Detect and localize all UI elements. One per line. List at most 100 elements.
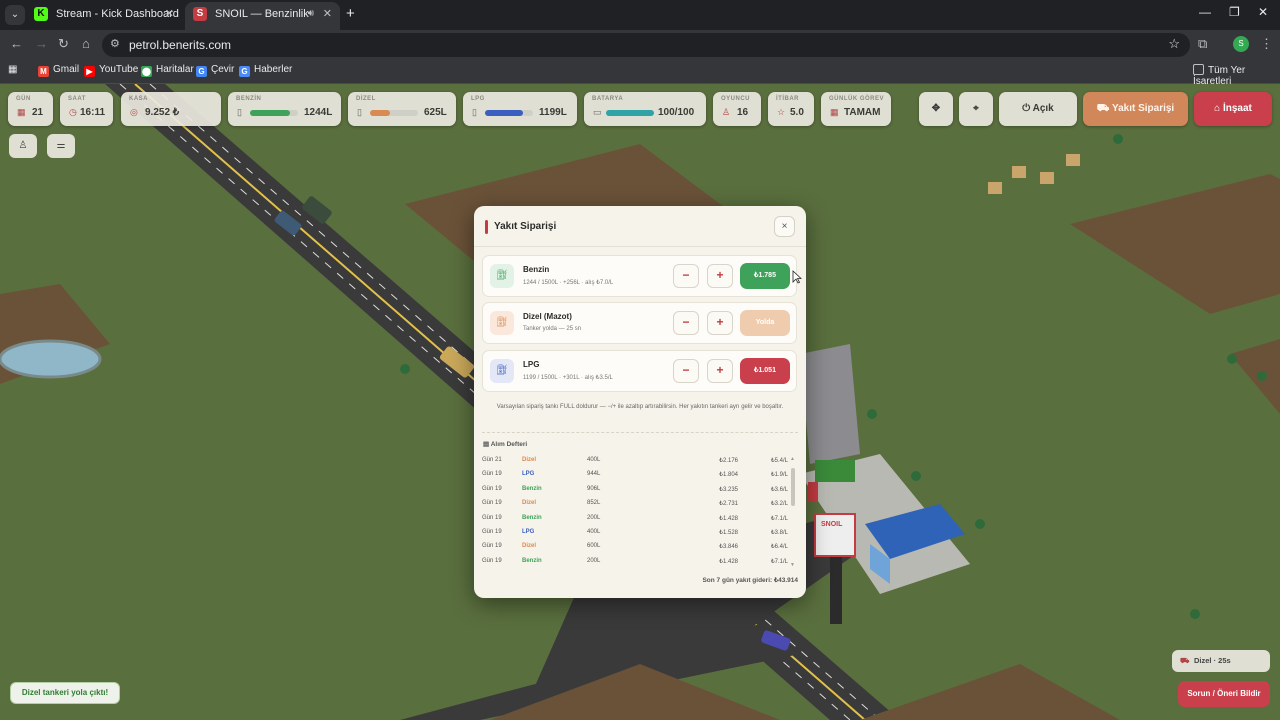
- ledger-price: ₺3.2/L: [770, 501, 788, 508]
- new-tab-icon[interactable]: +: [346, 5, 355, 22]
- ledger-fuel: LPG: [522, 528, 535, 535]
- fuel-icon: ▯: [472, 107, 477, 117]
- back-icon[interactable]: ←: [10, 36, 23, 51]
- buy-button[interactable]: ₺1.051: [740, 358, 790, 384]
- order-note: Varsayılan sipariş tankı FULL doldurur —…: [496, 404, 784, 410]
- ledger-row: Gün 19 Benzin 200L ₺1.428 ₺7.1/L: [482, 555, 792, 569]
- ledger-fuel: Dizel: [522, 500, 537, 507]
- increase-button[interactable]: +: [707, 264, 733, 288]
- minimize-icon[interactable]: —: [1199, 5, 1211, 19]
- url-field[interactable]: ⚙︎ petrol.benerits.com ☆: [102, 33, 1190, 57]
- home-icon: ⌂: [1214, 103, 1223, 114]
- ledger-row: Gün 21 Dizel 400L ₺2.176 ₺5.4/L: [482, 454, 792, 468]
- ledger-day: Gün 19: [482, 471, 502, 478]
- tanker-status[interactable]: ⛟ Dizel · 25s: [1172, 650, 1270, 672]
- farm-field: [1070, 174, 1280, 314]
- ledger-total: ₺2.731: [719, 501, 738, 508]
- apps-grid-icon[interactable]: ▦: [8, 64, 17, 75]
- increase-button[interactable]: +: [707, 359, 733, 383]
- bookmark-maps[interactable]: ⬤ Haritalar: [141, 64, 194, 77]
- crosshair-icon: ⌖: [973, 103, 979, 114]
- ledger-qty: 400L: [587, 528, 601, 535]
- bookmark-news[interactable]: G Haberler: [239, 64, 292, 77]
- ledger-fuel: Dizel: [522, 457, 537, 463]
- scroll-thumb[interactable]: [791, 468, 795, 506]
- address-bar: ← → ↻ ⌂ ⚙︎ petrol.benerits.com ☆ ⧉ S ⋮: [0, 30, 1280, 60]
- url-text[interactable]: petrol.benerits.com: [129, 38, 231, 52]
- bookmark-youtube[interactable]: ▶ YouTube: [84, 64, 138, 77]
- scroll-down-icon[interactable]: ▼: [790, 562, 795, 568]
- bookmark-gmail[interactable]: M Gmail: [38, 64, 79, 77]
- ledger-icon: ▤: [483, 441, 491, 448]
- speaker-icon[interactable]: 🔊︎: [308, 2, 314, 26]
- star-icon: ☆: [777, 107, 786, 117]
- move-button[interactable]: ✥: [919, 92, 953, 126]
- notification-toast: Dizel tankeri yola çıktı!: [10, 682, 120, 704]
- decrease-button[interactable]: −: [673, 311, 699, 335]
- ledger-qty: 944L: [587, 471, 601, 478]
- decrease-button[interactable]: −: [673, 264, 699, 288]
- lpg-level-bar: [485, 110, 533, 116]
- restore-icon[interactable]: ❐: [1229, 5, 1240, 19]
- menu-icon[interactable]: ⋮: [1260, 36, 1273, 52]
- extensions-icon[interactable]: ⧉: [1198, 36, 1207, 52]
- ledger-total: ₺3.846: [719, 544, 738, 551]
- decrease-button[interactable]: −: [673, 359, 699, 383]
- ledger-price: ₺7.1/L: [770, 515, 788, 522]
- tab-snoil[interactable]: S SNOIL — Benzinlik 🔊︎ ✕: [185, 2, 340, 30]
- calendar-icon: ▦: [830, 107, 839, 117]
- close-tab-icon[interactable]: ✕: [323, 2, 332, 26]
- forward-icon[interactable]: →: [35, 36, 48, 51]
- title-accent: [485, 220, 488, 234]
- sign-pole: [830, 554, 842, 624]
- profile-button[interactable]: ♙: [9, 134, 37, 158]
- game-viewport[interactable]: SNOIL GÜN ▦ 21 SAAT ◷ 16:11 KASA ◎ 9.252…: [0, 84, 1280, 720]
- settings-button[interactable]: ⚌: [47, 134, 75, 158]
- report-button[interactable]: Sorun / Öneri Bildir: [1178, 681, 1270, 707]
- hud-daily-task[interactable]: GÜNLÜK GÖREV ▦ TAMAM: [821, 92, 891, 126]
- ledger-row: Gün 19 Dizel 600L ₺3.846 ₺6.4/L: [482, 540, 792, 554]
- fuel-pump-icon: ⛽︎: [490, 311, 514, 335]
- truck-icon: ⛟: [1096, 103, 1112, 114]
- fuel-order-modal: Yakıt Siparişi × ⛽︎ Benzin 1244 / 1500L …: [474, 206, 806, 598]
- bookmark-star-icon[interactable]: ☆: [1168, 36, 1180, 52]
- clock-icon: ◷: [69, 107, 77, 117]
- fuel-order-button[interactable]: ⛟ Yakıt Siparişi: [1083, 92, 1188, 126]
- fuel-icon: ▯: [237, 107, 242, 117]
- reload-icon[interactable]: ↻: [58, 36, 69, 52]
- home-icon[interactable]: ⌂: [82, 36, 90, 51]
- ledger-qty: 200L: [587, 557, 601, 564]
- pump: [808, 482, 818, 502]
- ledger-day: Gün 21: [482, 457, 502, 463]
- ledger-qty: 400L: [587, 457, 601, 463]
- ledger-scrollbar[interactable]: ▲ ▼: [790, 456, 796, 568]
- tab-search-icon[interactable]: ⌄: [5, 5, 25, 25]
- hud-reputation: İTİBAR ☆ 5.0: [768, 92, 814, 126]
- ledger-total: ₺2.176: [719, 458, 738, 464]
- ledger-total: ₺1.528: [719, 529, 738, 536]
- open-toggle-button[interactable]: ⏻ Açık: [999, 92, 1077, 126]
- purchase-ledger[interactable]: Gün 21 Dizel 400L ₺2.176 ₺5.4/L Gün 19 LPG 944L…: [482, 454, 792, 569]
- ledger-day: Gün 19: [482, 514, 502, 521]
- ledger-row: Gün 19 Benzin 200L ₺1.428 ₺7.1/L: [482, 512, 792, 526]
- ledger-qty: 906L: [587, 485, 601, 492]
- ledger-day: Gün 19: [482, 543, 502, 550]
- tab-kick-dashboard[interactable]: K Stream - Kick Dashboard ✕: [26, 2, 182, 30]
- bookmark-translate[interactable]: G Çevir: [196, 64, 234, 77]
- close-tab-icon[interactable]: ✕: [165, 2, 174, 26]
- in-transit-button[interactable]: Yolda: [740, 310, 790, 336]
- fuel-pump-icon: ⛽︎: [490, 359, 514, 383]
- tab-title: SNOIL — Benzinlik: [215, 8, 309, 20]
- close-button[interactable]: ×: [774, 216, 795, 237]
- target-button[interactable]: ⌖: [959, 92, 993, 126]
- ledger-day: Gün 19: [482, 485, 502, 492]
- profile-avatar[interactable]: S: [1233, 36, 1249, 52]
- translate-icon: G: [196, 66, 207, 77]
- scroll-up-icon[interactable]: ▲: [790, 456, 795, 462]
- site-info-icon[interactable]: ⚙︎: [110, 37, 120, 50]
- ledger-fuel: Benzin: [522, 514, 542, 521]
- buy-button[interactable]: ₺1.785: [740, 263, 790, 289]
- close-window-icon[interactable]: ✕: [1258, 5, 1268, 19]
- increase-button[interactable]: +: [707, 311, 733, 335]
- build-button[interactable]: ⌂ İnşaat: [1194, 92, 1272, 126]
